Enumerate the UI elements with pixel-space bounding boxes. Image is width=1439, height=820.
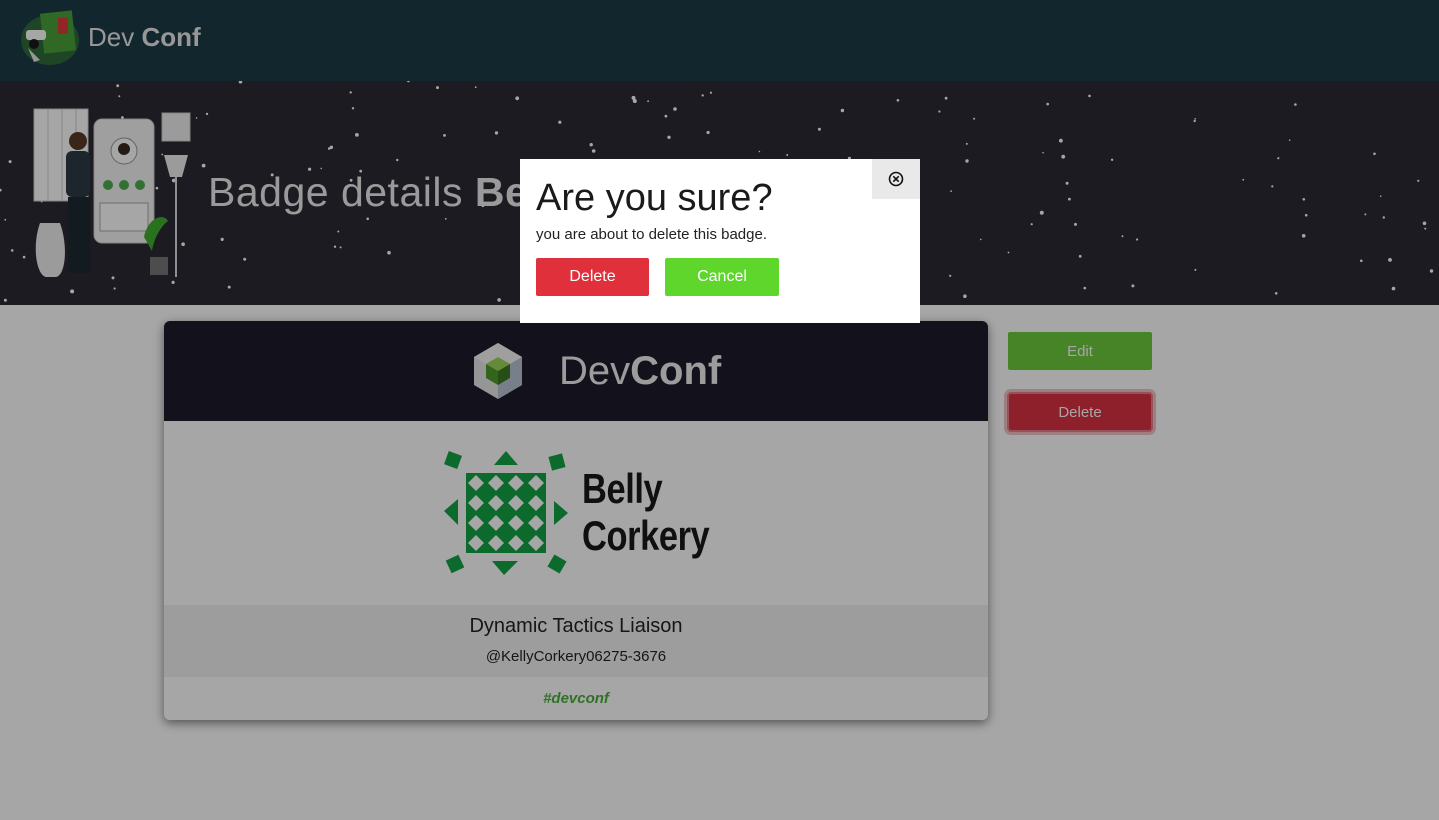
modal-cancel-button[interactable]: Cancel (665, 258, 779, 296)
modal-close-button[interactable] (872, 159, 920, 199)
close-circle-icon (888, 171, 904, 187)
modal-message: you are about to delete this badge. (536, 226, 768, 243)
modal-title: Are you sure? (536, 177, 773, 219)
confirm-delete-modal: Are you sure? you are about to delete th… (520, 159, 920, 323)
modal-delete-button[interactable]: Delete (536, 258, 649, 296)
modal-backdrop[interactable] (0, 0, 1439, 820)
